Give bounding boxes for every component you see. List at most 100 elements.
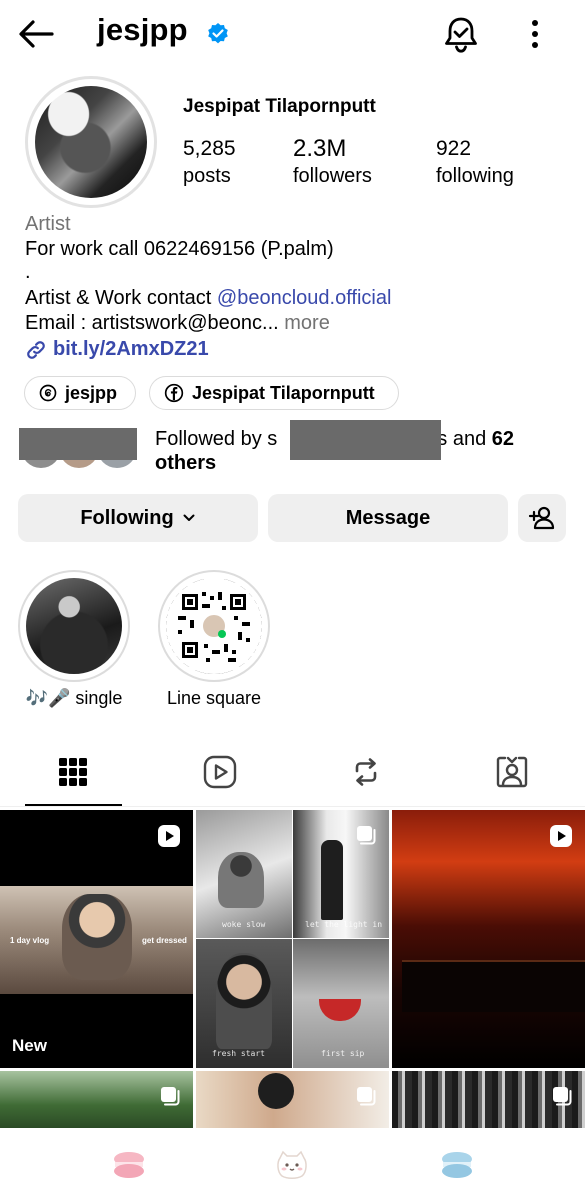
new-label: New: [12, 1036, 47, 1055]
threads-chip[interactable]: jesjpp: [24, 376, 136, 410]
divider: [0, 806, 585, 807]
tagged-person-icon: [496, 756, 528, 788]
reels-icon: [203, 755, 237, 789]
followers-label: followers: [293, 165, 372, 187]
photo-caption: fresh start: [212, 1049, 265, 1058]
bio-text: Email : artistswork@beonc...: [25, 312, 279, 334]
person-figure: [62, 894, 132, 980]
grid-post-carousel[interactable]: [392, 1071, 585, 1128]
followers-number: 2.3M: [293, 135, 347, 162]
mutual-followers-avatars[interactable]: [19, 420, 139, 470]
photo-woke-slow: woke slow: [196, 810, 292, 938]
link-icon: [27, 340, 45, 359]
qr-code-cover: [166, 578, 262, 674]
photo-caption: woke slow: [222, 920, 266, 929]
highlight-label-text: single: [75, 688, 123, 708]
notification-bell-icon[interactable]: [440, 13, 482, 55]
following-button-label: Following: [80, 506, 174, 529]
carousel-icon: [161, 1087, 180, 1106]
threads-icon: [39, 384, 57, 402]
highlight-single[interactable]: [18, 570, 130, 682]
reel-thumbnail: 1 day vlog get dressed: [0, 886, 193, 994]
profile-category: Artist: [25, 213, 71, 235]
add-person-button[interactable]: [518, 494, 566, 542]
followed-by-others: others: [155, 452, 217, 474]
grid-icon: [59, 758, 87, 786]
arrow-left-icon[interactable]: [16, 14, 56, 54]
bio-more-link[interactable]: more: [279, 312, 330, 334]
grid-post-carousel[interactable]: [0, 1071, 193, 1128]
photo-caption: let the light in: [305, 920, 383, 929]
carousel-icon: [357, 826, 376, 845]
redaction-block: [19, 428, 137, 460]
reel-badge-icon: [550, 825, 572, 847]
repost-icon: [355, 758, 377, 786]
reel-text-left: 1 day vlog: [10, 936, 50, 945]
posts-label: posts: [183, 165, 231, 187]
grid-post-reel[interactable]: 1 day vlog get dressed New: [0, 810, 193, 1068]
following-button[interactable]: Following: [18, 494, 258, 542]
person-figure: [216, 953, 272, 1049]
highlight-label: Line square: [166, 688, 262, 708]
followed-by-prefix: Followed by s: [155, 428, 278, 450]
qr-code-icon: [166, 578, 262, 674]
grid-post-carousel[interactable]: [196, 1071, 389, 1128]
tab-posts-grid[interactable]: [49, 748, 97, 796]
tab-tagged[interactable]: [488, 748, 536, 796]
bio-line: Artist & Work contact @beoncloud.officia…: [25, 286, 391, 310]
music-mic-emoji: 🎶🎤: [25, 688, 71, 708]
carousel-icon: [357, 1087, 376, 1106]
add-person-icon: [528, 506, 555, 530]
tab-reposts[interactable]: [342, 748, 390, 796]
reel-text-right: get dressed: [142, 936, 187, 945]
kebab-menu-icon[interactable]: [520, 16, 550, 52]
posts-count[interactable]: 5,285 posts: [183, 136, 236, 190]
grid-post-carousel[interactable]: woke slow let the light in fresh start f…: [196, 810, 389, 1068]
highlight-line-square[interactable]: [158, 570, 270, 682]
profile-avatar[interactable]: [25, 76, 157, 208]
verified-badge-icon: [208, 23, 228, 44]
person-figure: [321, 840, 343, 920]
following-number: 922: [436, 137, 472, 160]
message-button-label: Message: [345, 506, 431, 529]
reel-badge-icon: [158, 825, 180, 847]
photo-caption: first sip: [321, 1049, 365, 1058]
photo-first-sip: first sip: [293, 939, 389, 1068]
threads-chip-label: jesjpp: [65, 382, 118, 403]
grid-post-reel[interactable]: [392, 810, 585, 1068]
avatar-image: [35, 86, 147, 198]
message-button[interactable]: Message: [268, 494, 508, 542]
bio-line: Email : artistswork@beonc... more: [25, 311, 330, 335]
cup-figure: [319, 999, 361, 1021]
person-figure: [258, 1073, 294, 1109]
bio-mention-link[interactable]: @beoncloud.official: [217, 287, 392, 309]
profile-username: jesjpp: [97, 12, 188, 47]
highlight-cover: [26, 578, 122, 674]
piano-shape: [402, 960, 585, 1012]
profile-full-name: Jespipat Tilapornputt: [183, 96, 376, 117]
photo-fresh-start: fresh start: [196, 939, 292, 1068]
following-label: following: [436, 165, 514, 187]
profile-link-text: bit.ly/2AmxDZ21: [53, 338, 209, 360]
followed-by-count: 62: [491, 428, 515, 450]
bio-line: For work call 0622469156 (P.palm): [25, 238, 334, 260]
highlight-label: 🎶🎤 single: [18, 688, 130, 709]
bio-line: .: [25, 261, 31, 283]
chevron-down-icon: [183, 514, 195, 521]
followers-count[interactable]: 2.3M followers: [293, 136, 372, 190]
facebook-icon: [164, 383, 184, 403]
person-figure: [218, 852, 264, 908]
profile-link[interactable]: bit.ly/2AmxDZ21: [25, 338, 209, 361]
facebook-chip-label: Jespipat Tilapornputt: [192, 382, 375, 403]
redaction-block: [290, 420, 441, 460]
bottom-navigation: [0, 1128, 585, 1200]
macaron-blue-icon[interactable]: [440, 1150, 474, 1180]
top-bar: jesjpp: [0, 0, 585, 70]
posts-number: 5,285: [183, 137, 236, 160]
carousel-icon: [553, 1087, 572, 1106]
cat-face-icon[interactable]: [275, 1150, 309, 1180]
following-count[interactable]: 922 following: [436, 136, 514, 190]
tab-reels[interactable]: [196, 748, 244, 796]
facebook-chip[interactable]: Jespipat Tilapornputt: [149, 376, 399, 410]
macaron-icon[interactable]: [112, 1150, 146, 1180]
